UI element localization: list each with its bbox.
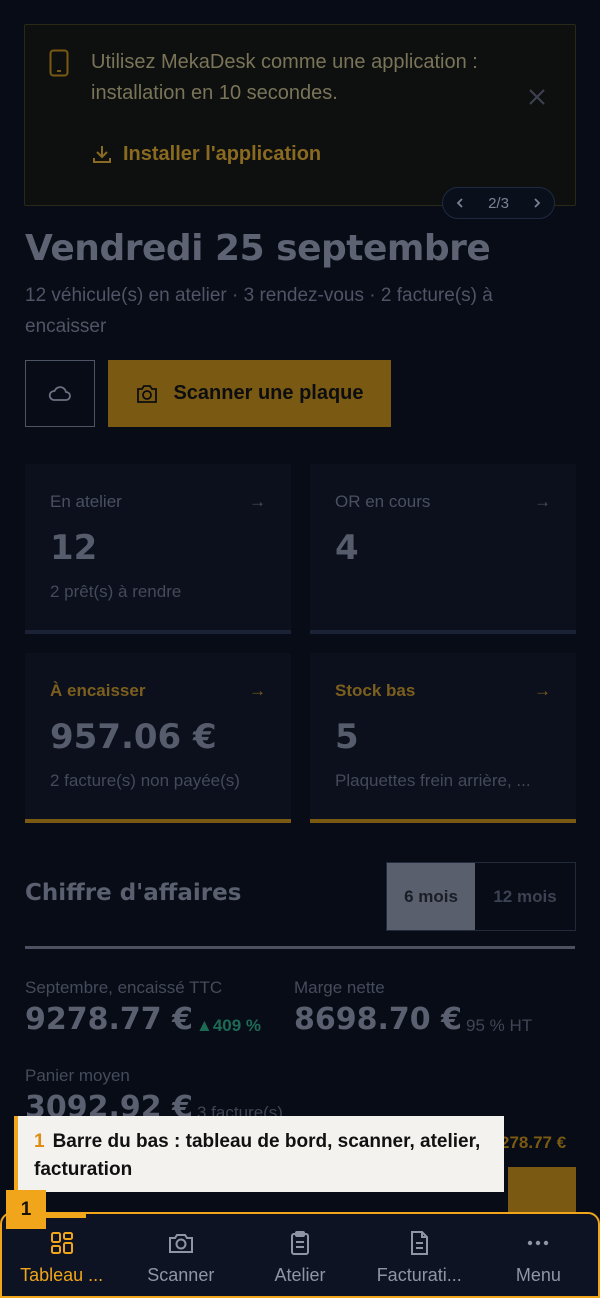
active-tab-indicator	[46, 1214, 86, 1218]
arrow-right-icon: →	[249, 681, 266, 700]
dashboard-screen: Utilisez MekaDesk comme une application …	[0, 0, 600, 1298]
period-6-months[interactable]: 6 mois	[387, 863, 475, 930]
nav-label: Scanner	[147, 1264, 215, 1285]
period-selector: 6 mois 12 mois	[386, 862, 576, 931]
card-label: OR en cours	[335, 492, 431, 511]
onboarding-tooltip: 1 Barre du bas : tableau de bord, scanner…	[14, 1116, 504, 1192]
card-label: Stock bas	[335, 681, 416, 700]
card-subtext: 2 facture(s) non payée(s)	[50, 771, 240, 790]
more-icon	[528, 1240, 549, 1245]
nav-label: Atelier	[274, 1264, 326, 1285]
nav-workshop[interactable]: Atelier	[240, 1214, 359, 1296]
net-margin-label: Marge nette	[294, 978, 385, 997]
card-value: 5	[335, 717, 359, 757]
install-label: Installer l'application	[123, 142, 322, 165]
tooltip-step-number: 1	[34, 1131, 45, 1152]
month-revenue-value: 9278.77 €	[25, 1002, 193, 1037]
document-icon	[411, 1230, 429, 1255]
card-value: 12	[50, 528, 98, 568]
period-12-months[interactable]: 12 mois	[475, 863, 575, 930]
arrow-right-icon: →	[534, 681, 551, 700]
close-icon[interactable]	[527, 87, 547, 107]
day-summary: 12 véhicule(s) en atelier · 3 rendez-vou…	[25, 285, 493, 337]
bottom-nav: Tableau ... Scanner Atelier Facturati...…	[0, 1212, 600, 1298]
revenue-title: Chiffre d'affaires	[25, 880, 242, 906]
cloud-icon	[48, 385, 71, 401]
nav-invoicing[interactable]: Facturati...	[360, 1214, 479, 1296]
phone-icon	[49, 49, 69, 77]
camera-icon	[168, 1233, 193, 1253]
margin-percent: 95 % HT	[466, 1016, 533, 1035]
install-app-button[interactable]: Installer l'application	[91, 139, 321, 169]
card-value: 4	[335, 528, 359, 568]
card-value: 957.06 €	[50, 717, 217, 757]
nav-scanner[interactable]: Scanner	[121, 1214, 240, 1296]
install-banner: Utilisez MekaDesk comme une application …	[24, 24, 576, 206]
card-repair-orders[interactable]: OR en cours → 4	[310, 464, 576, 634]
card-subtext: 2 prêt(s) à rendre	[50, 582, 182, 601]
nav-label: Facturati...	[376, 1264, 462, 1285]
net-margin-value: 8698.70 €	[294, 1002, 462, 1037]
scan-plate-label: Scanner une plaque	[173, 382, 364, 404]
nav-label: Menu	[515, 1264, 561, 1285]
tooltip-text: Barre du bas : tableau de bord, scanner,…	[34, 1131, 481, 1180]
growth-indicator: ▲409 %	[196, 1016, 262, 1035]
card-label: À encaisser	[50, 681, 146, 700]
card-low-stock[interactable]: Stock bas → 5 Plaquettes frein arrière, …	[310, 653, 576, 823]
scan-plate-button[interactable]: Scanner une plaque	[108, 360, 391, 427]
card-subtext: Plaquettes frein arrière, ...	[335, 771, 531, 790]
arrow-right-icon: →	[249, 492, 266, 511]
chevron-right-icon[interactable]	[531, 197, 543, 209]
nav-label: Tableau ...	[20, 1264, 104, 1285]
dashboard-icon	[50, 1231, 73, 1254]
card-to-collect[interactable]: À encaisser → 957.06 € 2 facture(s) non …	[25, 653, 291, 823]
pager-count: 2/3	[488, 194, 509, 212]
page-title: Vendredi 25 septembre	[25, 228, 491, 269]
chevron-left-icon[interactable]	[454, 197, 466, 209]
arrow-right-icon: →	[534, 492, 551, 511]
card-label: En atelier	[50, 492, 122, 511]
partial-amount: 278.77 €	[500, 1133, 567, 1152]
section-divider	[25, 946, 575, 949]
download-icon	[93, 146, 111, 163]
camera-icon	[137, 384, 158, 403]
chart-bar	[508, 1167, 576, 1213]
sync-button[interactable]	[25, 360, 95, 427]
onboarding-step-badge: 1	[6, 1190, 46, 1229]
average-basket-label: Panier moyen	[25, 1066, 130, 1085]
banner-pager: 2/3	[442, 187, 555, 219]
card-in-workshop[interactable]: En atelier → 12 2 prêt(s) à rendre	[25, 464, 291, 634]
nav-menu[interactable]: Menu	[479, 1214, 598, 1296]
install-message: Utilisez MekaDesk comme une application …	[91, 51, 478, 104]
clipboard-icon	[291, 1230, 309, 1255]
month-revenue-label: Septembre, encaissé TTC	[25, 978, 223, 997]
